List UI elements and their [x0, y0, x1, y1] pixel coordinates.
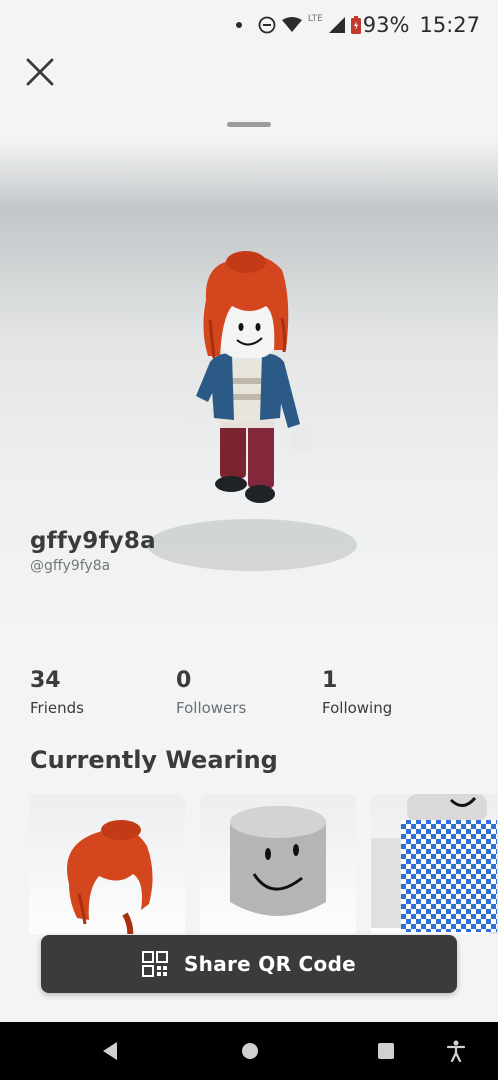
head-item-icon: [230, 806, 326, 916]
qr-code-icon: [141, 951, 168, 977]
stat-label: Following: [322, 699, 393, 717]
status-bar: LTE 93% 15:27: [0, 0, 498, 50]
stat-friends[interactable]: 34 Friends: [30, 668, 84, 717]
accessibility-icon: [446, 1040, 466, 1062]
nav-accessibility-button[interactable]: [426, 1022, 486, 1080]
stat-value: 34: [30, 668, 61, 693]
display-name: gffy9fy8a: [30, 528, 156, 554]
currently-wearing-list: [29, 794, 498, 934]
notification-dot-icon: [235, 22, 242, 28]
profile-stats: 34 Friends 0 Followers 1 Following: [30, 668, 480, 728]
share-qr-code-label: Share QR Code: [183, 952, 357, 976]
battery-icon: [350, 16, 361, 34]
share-qr-code-button[interactable]: Share QR Code: [41, 935, 457, 993]
wearing-item-shirt[interactable]: [371, 794, 498, 934]
sheet-drag-handle[interactable]: [227, 122, 271, 127]
stat-followers[interactable]: 0 Followers: [176, 668, 246, 717]
nav-recents-button[interactable]: [356, 1022, 416, 1080]
recents-square-icon: [378, 1043, 394, 1059]
clock: 15:27: [419, 13, 480, 37]
close-button[interactable]: [22, 54, 58, 90]
wifi-icon: [281, 17, 302, 33]
stat-value: 1: [322, 668, 338, 693]
home-circle-icon: [242, 1043, 258, 1059]
do-not-disturb-icon: [258, 16, 276, 34]
wearing-item-hair[interactable]: [29, 794, 185, 934]
battery-percent: 93%: [362, 13, 410, 37]
system-navigation-bar: [0, 1022, 498, 1080]
nav-back-button[interactable]: [80, 1022, 140, 1080]
nav-home-button[interactable]: [220, 1022, 280, 1080]
stat-label: Followers: [176, 699, 247, 717]
currently-wearing-title: Currently Wearing: [30, 746, 278, 774]
signal-icon: [328, 17, 345, 33]
wearing-item-head[interactable]: [200, 794, 356, 934]
stat-value: 0: [176, 668, 192, 693]
hair-item-icon: [67, 820, 153, 934]
stat-following[interactable]: 1 Following: [322, 668, 392, 717]
username-handle: @gffy9fy8a: [30, 558, 111, 574]
stat-label: Friends: [30, 699, 84, 717]
close-icon: [26, 58, 54, 86]
lte-label: LTE: [307, 14, 323, 24]
back-triangle-icon: [103, 1042, 117, 1060]
shirt-item-icon: [371, 794, 498, 934]
